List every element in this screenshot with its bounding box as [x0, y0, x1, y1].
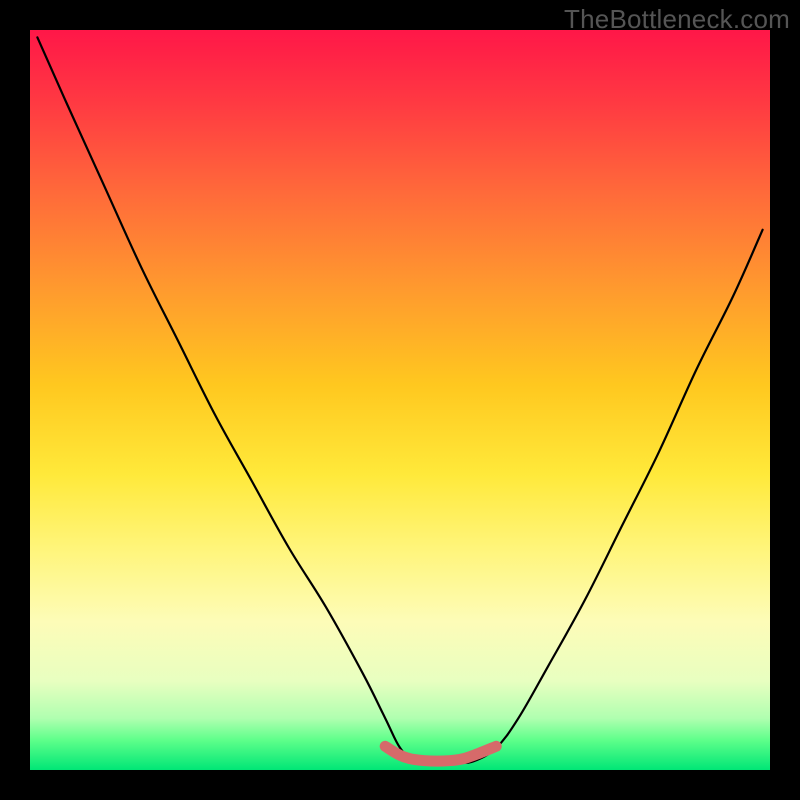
- bottleneck-curve: [37, 37, 762, 762]
- highlight-band: [385, 746, 496, 761]
- chart-frame: TheBottleneck.com: [0, 0, 800, 800]
- watermark-text: TheBottleneck.com: [564, 4, 790, 35]
- curve-layer: [30, 30, 770, 770]
- plot-area: [30, 30, 770, 770]
